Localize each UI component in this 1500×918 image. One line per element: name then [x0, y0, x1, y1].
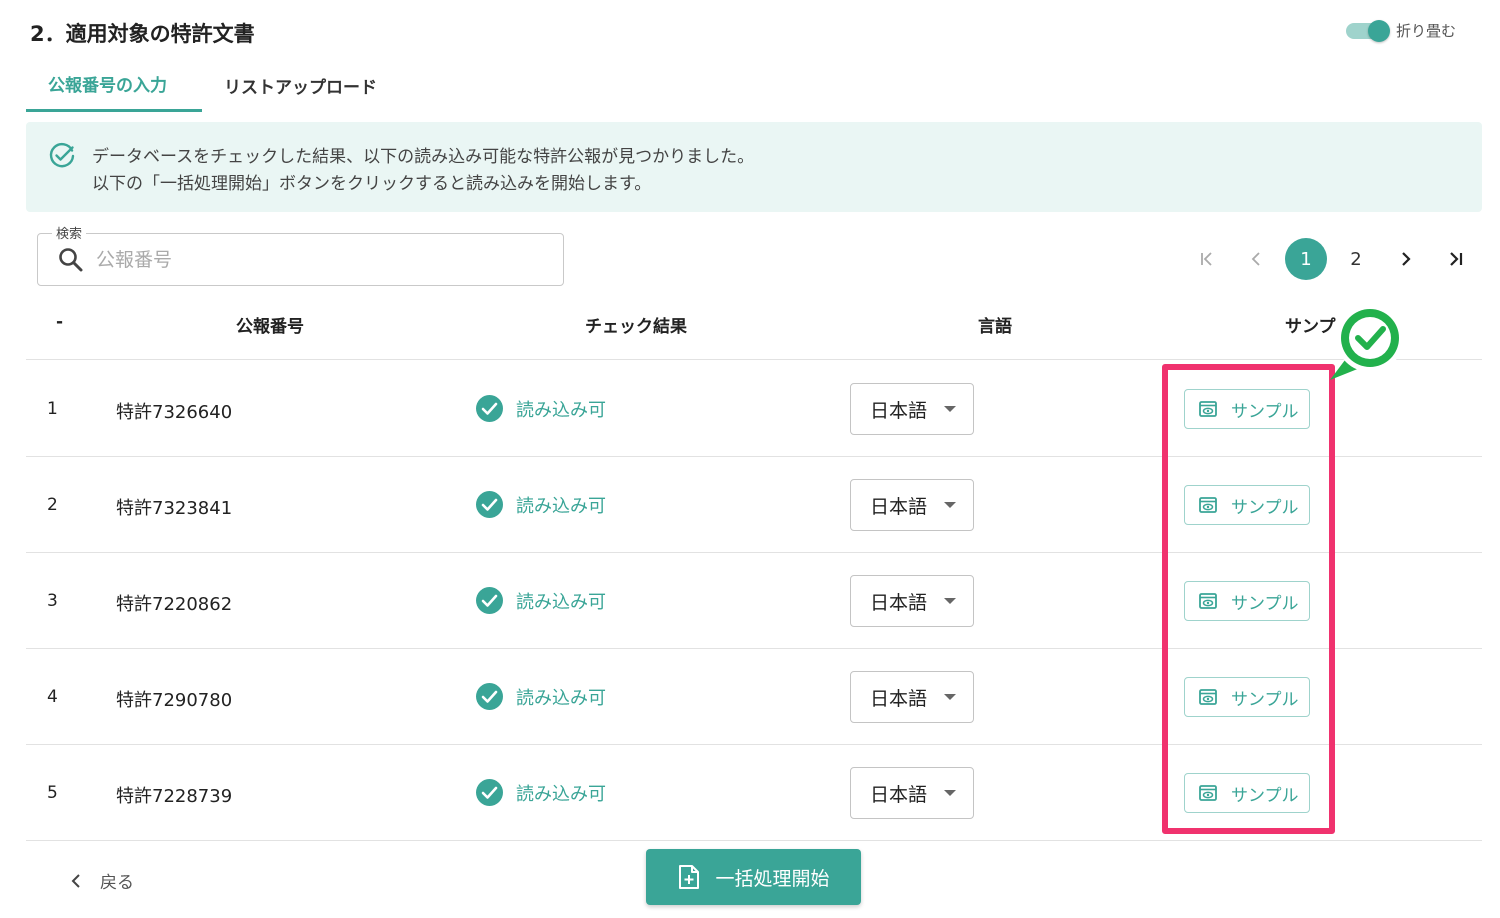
toggle-switch[interactable] — [1346, 19, 1390, 42]
row-index: 5 — [47, 783, 58, 803]
sample-button[interactable]: サンプル — [1184, 773, 1310, 813]
language-select[interactable]: 日本語 — [850, 767, 974, 819]
table-row: 1 特許7326640 読み込み可 日本語 サンプル — [26, 361, 1482, 457]
caret-down-icon — [944, 406, 956, 412]
collapse-toggle[interactable]: 折り畳む — [1346, 19, 1457, 42]
first-page-icon[interactable] — [1186, 238, 1228, 280]
preview-eye-icon — [1199, 785, 1217, 801]
row-check-status: 読み込み可 — [516, 400, 606, 421]
row-check-status: 読み込み可 — [516, 784, 606, 805]
preview-eye-icon — [1199, 401, 1217, 417]
sample-button[interactable]: サンプル — [1184, 389, 1310, 429]
language-value: 日本語 — [870, 495, 928, 518]
language-select[interactable]: 日本語 — [850, 383, 974, 435]
toggle-knob — [1368, 19, 1390, 42]
row-check-status: 読み込み可 — [516, 496, 606, 517]
row-index: 1 — [47, 399, 58, 419]
row-publication-number: 特許7323841 — [116, 498, 233, 519]
row-index: 4 — [47, 687, 58, 707]
chevron-left-icon — [71, 873, 80, 888]
sample-button[interactable]: サンプル — [1184, 485, 1310, 525]
previous-page-icon[interactable] — [1235, 238, 1277, 280]
row-publication-number: 特許7290780 — [116, 690, 233, 711]
language-value: 日本語 — [870, 399, 928, 422]
search-icon — [59, 248, 83, 272]
caret-down-icon — [944, 502, 956, 508]
language-select[interactable]: 日本語 — [850, 479, 974, 531]
bulk-process-label: 一括処理開始 — [715, 867, 830, 890]
header-sample: サンプ — [1285, 317, 1336, 337]
alert-message-line2: 以下の「一括処理開始」ボタンをクリックすると読み込みを開始します。 — [92, 174, 652, 194]
tab-publication-number-input[interactable]: 公報番号の入力 — [26, 58, 202, 112]
tab-list-upload[interactable]: リストアップロード — [202, 58, 399, 112]
row-publication-number: 特許7326640 — [116, 402, 233, 423]
alert-message-line1: データベースをチェックした結果、以下の読み込み可能な特許公報が見つかりました。 — [92, 147, 755, 167]
language-select[interactable]: 日本語 — [850, 575, 974, 627]
preview-eye-icon — [1199, 593, 1217, 609]
row-publication-number: 特許7228739 — [116, 786, 233, 807]
preview-eye-icon — [1199, 689, 1217, 705]
table-header: - 公報番号 チェック結果 言語 サンプ — [26, 300, 1482, 360]
bulk-process-start-button[interactable]: 一括処理開始 — [646, 849, 861, 905]
sample-button[interactable]: サンプル — [1184, 581, 1310, 621]
row-index: 2 — [47, 495, 58, 515]
search-field[interactable]: 検索 — [37, 223, 564, 286]
preview-eye-icon — [1199, 497, 1217, 513]
next-page-icon[interactable] — [1385, 238, 1427, 280]
table-row: 2 特許7323841 読み込み可 日本語 サンプル — [26, 457, 1482, 553]
table-row: 3 特許7220862 読み込み可 日本語 サンプル — [26, 553, 1482, 649]
collapse-label: 折り畳む — [1396, 22, 1457, 40]
section-title: 2．適用対象の特許文書 — [30, 22, 255, 46]
sample-label: サンプル — [1231, 593, 1299, 614]
caret-down-icon — [944, 694, 956, 700]
success-check-circle-icon — [49, 143, 75, 168]
row-index: 3 — [47, 591, 58, 611]
caret-down-icon — [944, 598, 956, 604]
tab-bar: 公報番号の入力 リストアップロード — [26, 58, 399, 112]
sample-label: サンプル — [1231, 689, 1299, 710]
sample-button[interactable]: サンプル — [1184, 677, 1310, 717]
header-index: - — [56, 312, 64, 332]
check-circle-icon — [476, 395, 503, 422]
add-document-icon — [679, 865, 700, 889]
language-value: 日本語 — [870, 783, 928, 806]
check-circle-icon — [476, 491, 503, 518]
language-value: 日本語 — [870, 687, 928, 710]
header-language: 言語 — [978, 317, 1012, 337]
back-button[interactable]: 戻る — [68, 868, 134, 893]
search-label: 検索 — [52, 223, 87, 242]
check-circle-icon — [476, 779, 503, 806]
search-input[interactable] — [96, 244, 536, 276]
back-label: 戻る — [100, 873, 134, 893]
header-publication-number: 公報番号 — [236, 317, 304, 337]
info-alert: データベースをチェックした結果、以下の読み込み可能な特許公報が見つかりました。 … — [26, 122, 1482, 212]
table-row: 4 特許7290780 読み込み可 日本語 サンプル — [26, 649, 1482, 745]
row-check-status: 読み込み可 — [516, 688, 606, 709]
page-button-1[interactable]: 1 — [1285, 238, 1327, 280]
table-row: 5 特許7228739 読み込み可 日本語 サンプル — [26, 745, 1482, 841]
page-button-2[interactable]: 2 — [1335, 238, 1377, 280]
last-page-icon[interactable] — [1435, 238, 1477, 280]
sample-label: サンプル — [1231, 497, 1299, 518]
sample-label: サンプル — [1231, 785, 1299, 806]
language-value: 日本語 — [870, 591, 928, 614]
sample-label: サンプル — [1231, 401, 1299, 422]
check-circle-icon — [476, 587, 503, 614]
row-check-status: 読み込み可 — [516, 592, 606, 613]
header-check-result: チェック結果 — [585, 317, 687, 337]
caret-down-icon — [944, 790, 956, 796]
row-publication-number: 特許7220862 — [116, 594, 233, 615]
language-select[interactable]: 日本語 — [850, 671, 974, 723]
check-circle-icon — [476, 683, 503, 710]
